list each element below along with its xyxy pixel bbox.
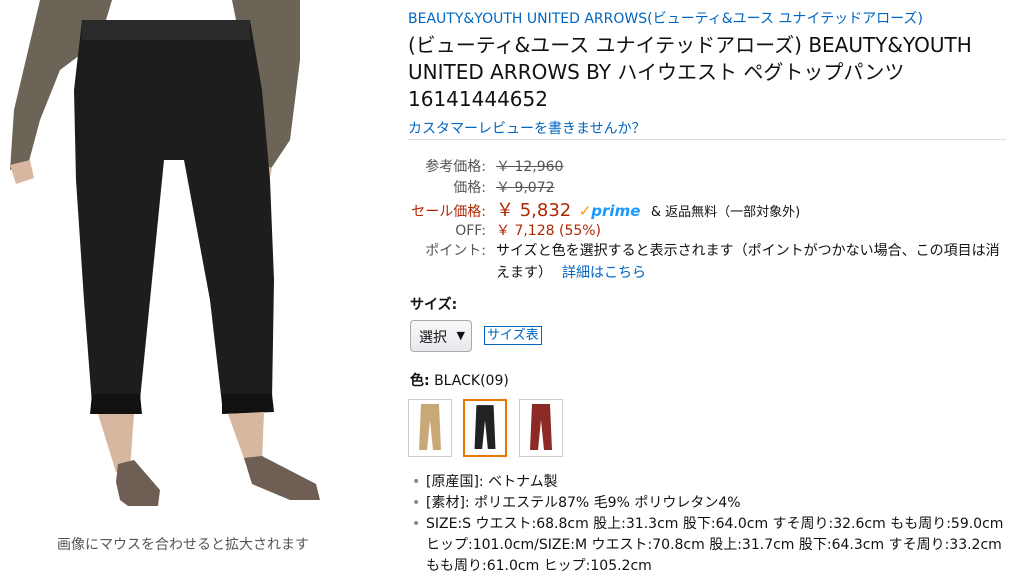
size-chart-link[interactable]: サイズ表 <box>484 326 542 345</box>
beige-pants-thumb <box>419 404 441 450</box>
red-pants-thumb <box>530 404 552 450</box>
prime-text: prime <box>591 202 641 220</box>
product-title: (ビューティ&ユース ユナイテッドアローズ) BEAUTY&YOUTH UNIT… <box>408 33 972 111</box>
brand-link[interactable]: BEAUTY&YOUTH UNITED ARROWS(ビューティ&ユース ユナイ… <box>408 8 923 28</box>
color-row: 色: BLACK(09) <box>410 370 509 390</box>
swatch-red[interactable] <box>519 399 563 457</box>
sale-price-value: ￥ 5,832 <box>496 200 572 221</box>
off-label: OFF: <box>455 223 486 239</box>
dropdown-arrow-icon: ▼ <box>456 329 465 342</box>
points-label: ポイント: <box>425 243 486 259</box>
off-value: ￥ 7,128 (55%) <box>496 223 602 239</box>
bullet-origin: [原産国]: ベトナム製 <box>408 472 1008 493</box>
color-value: BLACK(09) <box>434 373 509 389</box>
list-price-value: ￥ 12,960 <box>496 159 564 175</box>
list-price-label: 参考価格: <box>425 159 486 175</box>
prime-check-icon: ✓ <box>578 202 592 220</box>
size-selected-value: 選択 <box>419 330 447 346</box>
price-row: 価格: ￥ 9,072 <box>408 177 555 197</box>
sale-price-row: セール価格: ￥ 5,832 ✓prime & 返品無料（一部対象外) <box>408 196 800 222</box>
points-detail-link[interactable]: 詳細はこちら <box>562 265 646 281</box>
divider <box>408 139 1006 140</box>
sale-price-label: セール価格: <box>411 204 486 220</box>
price-label: 価格: <box>453 180 486 196</box>
size-dropdown[interactable]: 選択 ▼ <box>410 320 472 352</box>
swatch-black[interactable] <box>463 399 507 457</box>
free-return-text: & 返品無料（一部対象外) <box>650 205 801 220</box>
bullet-material: [素材]: ポリエステル87% 毛9% ポリウレタン4% <box>408 493 1008 514</box>
prime-badge: ✓prime <box>579 202 641 220</box>
color-label: 色: <box>410 373 430 389</box>
off-row: OFF: ￥ 7,128 (55%) <box>408 220 601 240</box>
price-value: ￥ 9,072 <box>496 180 555 196</box>
points-text-wrap: サイズと色を選択すると表示されます（ポイントがつかない場合、この項目は消えます）… <box>496 240 1006 284</box>
bullet-size: SIZE:S ウエスト:68.8cm 股上:31.3cm 股下:64.0cm す… <box>408 514 1008 577</box>
write-review-link[interactable]: カスタマーレビューを書きませんか？ <box>408 118 646 138</box>
swatch-beige[interactable] <box>408 399 452 457</box>
size-label: サイズ: <box>410 297 458 313</box>
feature-bullets: [原産国]: ベトナム製 [素材]: ポリエステル87% 毛9% ポリウレタン4… <box>408 472 1008 577</box>
black-pants-thumb <box>474 405 496 449</box>
image-pane: 画像にマウスを合わせると拡大されます <box>0 0 370 582</box>
list-price-row: 参考価格: ￥ 12,960 <box>408 156 563 176</box>
zoom-hint: 画像にマウスを合わせると拡大されます <box>57 537 309 553</box>
product-image[interactable] <box>0 0 370 520</box>
